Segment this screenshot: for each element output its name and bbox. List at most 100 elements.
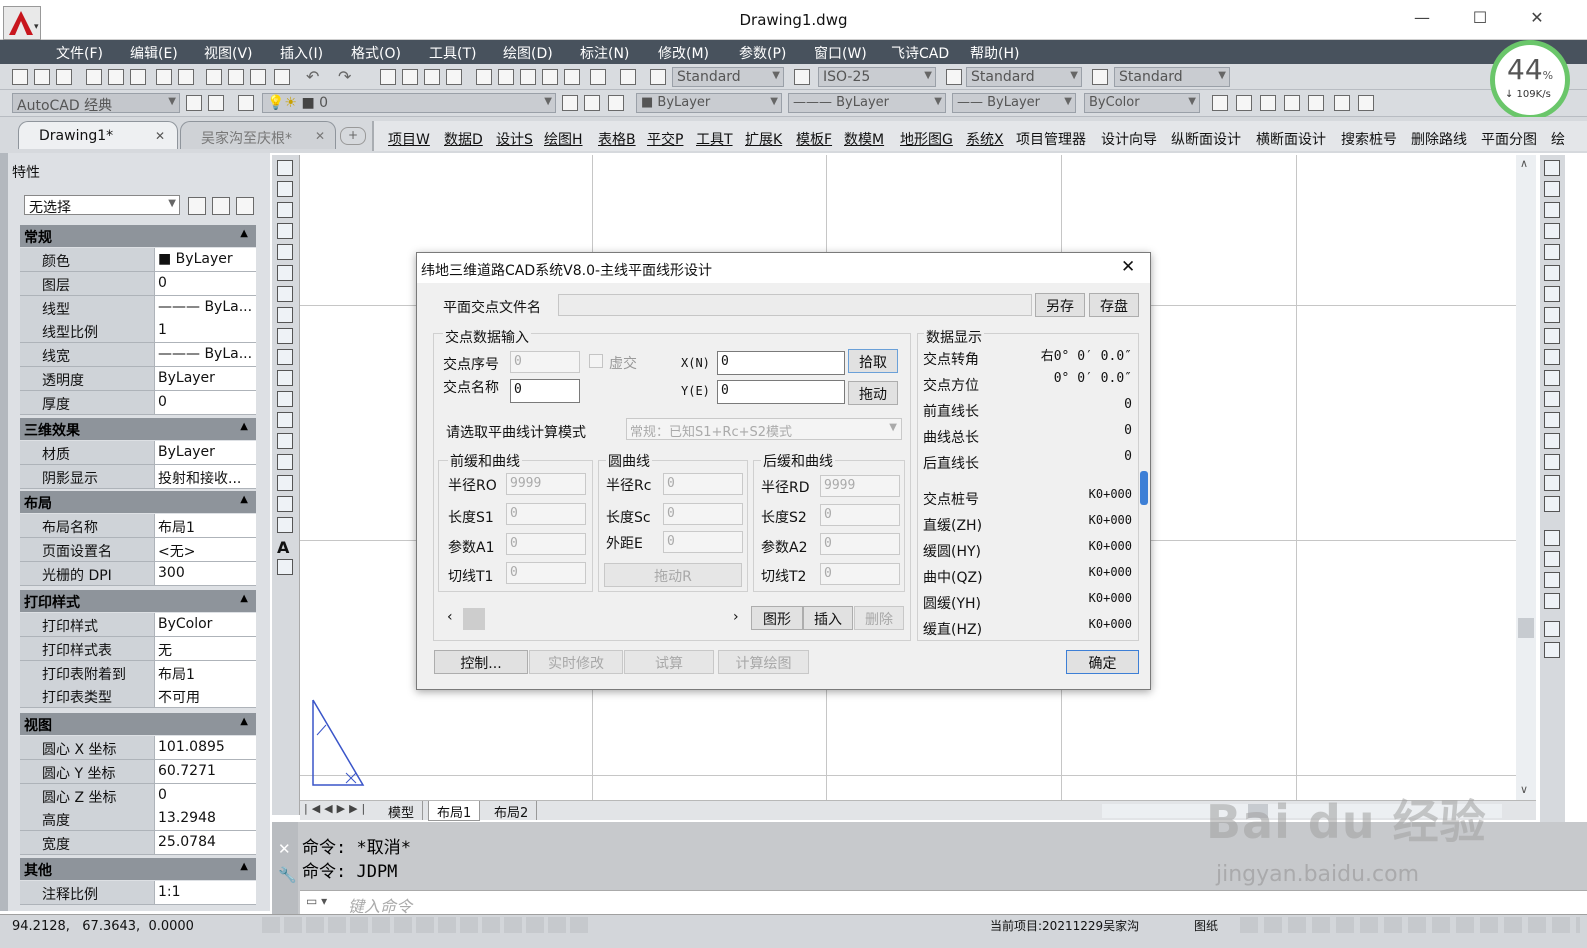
rectangle-icon[interactable] [277, 244, 293, 260]
tab-wujiagou[interactable]: 吴家沟至庆根* ✕ [180, 121, 336, 149]
mode-select[interactable]: 常规：已知S1+Rc+S2模式 ▼ [626, 418, 902, 440]
drag-button[interactable]: 拖动 [848, 381, 898, 405]
layer-previous-icon[interactable] [584, 95, 600, 111]
plugin-plan-split[interactable]: 平面分图 [1481, 129, 1537, 149]
markup-icon[interactable] [564, 69, 580, 85]
zoom-window-icon[interactable] [424, 69, 440, 85]
plugin-menu-extend[interactable]: 扩展K [745, 129, 782, 149]
array-icon[interactable] [1544, 244, 1560, 260]
properties-icon[interactable] [476, 69, 492, 85]
match-properties-icon[interactable] [250, 69, 266, 85]
plugin-search-station[interactable]: 搜索桩号 [1341, 129, 1397, 149]
property-row[interactable]: 透明度 ByLayer [20, 367, 256, 391]
pt-name-field[interactable]: 0 [510, 379, 580, 403]
property-section-header[interactable]: 布局 ▲ [20, 491, 256, 513]
new-icon[interactable] [12, 69, 28, 85]
minimize-button[interactable]: — [1407, 8, 1437, 30]
layer-select[interactable]: 💡☀ ■ 0 ▼ [262, 93, 556, 113]
customize-icon[interactable] [208, 95, 224, 111]
send-back-icon[interactable] [1544, 572, 1560, 588]
virtual-checkbox[interactable] [589, 354, 603, 368]
plugin-menu-data[interactable]: 数据D [444, 129, 483, 149]
fillet-icon[interactable] [1544, 454, 1560, 470]
plotstyle-select[interactable]: ByColor ▼ [1084, 93, 1200, 113]
menu-tools[interactable]: 工具(T) [429, 43, 476, 63]
property-row[interactable]: 打印样式 ByColor [20, 613, 256, 637]
gradient-icon[interactable] [277, 475, 293, 491]
plugin-menu-topo[interactable]: 地形图G [900, 129, 953, 149]
property-value[interactable]: 无 [154, 636, 256, 660]
menu-feishi-cad[interactable]: 飞诗CAD [891, 43, 949, 63]
offset-icon[interactable] [1544, 223, 1560, 239]
text-front-icon[interactable] [1544, 621, 1560, 637]
zoom-previous-icon[interactable] [446, 69, 462, 85]
property-value[interactable]: 不可用 [154, 684, 256, 708]
bring-front-icon[interactable] [1544, 551, 1560, 567]
property-value[interactable]: 25.0784 [154, 831, 256, 855]
trim-icon[interactable] [1544, 349, 1560, 365]
property-value[interactable]: <无> [154, 537, 256, 561]
workspace-settings-icon[interactable] [186, 95, 202, 111]
layout-nav-icons[interactable]: |◀◀▶▶| [304, 802, 369, 815]
erase-icon[interactable] [1544, 160, 1560, 176]
hatch-icon[interactable] [277, 454, 293, 470]
make-current-layer-icon[interactable] [562, 95, 578, 111]
view-tool-icon-5[interactable] [1308, 95, 1324, 111]
point-icon[interactable] [277, 433, 293, 449]
property-section-header[interactable]: 三维效果 ▲ [20, 418, 256, 440]
move-icon[interactable] [1544, 265, 1560, 281]
circle-icon[interactable] [277, 286, 293, 302]
view-tool-icon-4[interactable] [1284, 95, 1300, 111]
dim-style-select[interactable]: ISO-25 ▼ [818, 67, 936, 87]
property-section-header[interactable]: 打印样式 ▲ [20, 590, 256, 612]
collapse-icon[interactable]: ▲ [240, 421, 248, 432]
current-project[interactable]: 当前项目:20211229吴家沟 [990, 917, 1139, 934]
property-value[interactable]: 投射和接收... [154, 464, 256, 488]
collapse-icon[interactable]: ▲ [240, 861, 248, 872]
menu-file[interactable]: 文件(F) [56, 43, 103, 63]
save-button[interactable]: 存盘 [1089, 293, 1139, 317]
plugin-more[interactable]: 绘 [1551, 129, 1565, 149]
save-as-button[interactable]: 另存 [1035, 293, 1085, 317]
plugin-menu-design[interactable]: 设计S [496, 129, 533, 149]
menu-draw[interactable]: 绘图(D) [503, 43, 553, 63]
stretch-icon[interactable] [1544, 328, 1560, 344]
dialog-close-button[interactable]: ✕ [1121, 257, 1135, 277]
help-icon[interactable] [620, 69, 636, 85]
polyline-icon[interactable] [277, 202, 293, 218]
insert-block-icon[interactable] [277, 391, 293, 407]
close-command-icon[interactable]: ✕ [278, 840, 291, 858]
graph-button[interactable]: 图形 [751, 606, 803, 630]
plugin-menu-dtm[interactable]: 数模M [844, 129, 884, 149]
front-t-field[interactable]: 0 [506, 562, 586, 584]
control-button[interactable]: 控制... [434, 650, 528, 674]
property-value[interactable]: ——— ByLa... [154, 295, 256, 319]
scroll-thumb[interactable] [1518, 618, 1534, 638]
plugin-design-wizard[interactable]: 设计向导 [1101, 129, 1157, 149]
chamfer-icon[interactable] [1544, 433, 1560, 449]
plugin-menu-draw[interactable]: 绘图H [544, 129, 583, 149]
status-tray[interactable] [1240, 917, 1580, 933]
drafting-toggles[interactable] [262, 917, 592, 933]
add-selected-icon[interactable] [277, 559, 293, 575]
paste-icon[interactable] [206, 69, 222, 85]
table-icon[interactable] [277, 517, 293, 533]
linetype-select[interactable]: ——— ByLayer ▼ [788, 93, 946, 113]
view-tool-icon-3[interactable] [1260, 95, 1276, 111]
property-value[interactable]: ——— ByLa... [154, 343, 256, 367]
rotate-icon[interactable] [1544, 286, 1560, 302]
property-value[interactable]: ■ ByLayer [154, 248, 256, 271]
break-icon[interactable] [1544, 391, 1560, 407]
property-row[interactable]: 图层 0 [20, 271, 256, 296]
menu-format[interactable]: 格式(O) [351, 43, 401, 63]
sheet-set-icon[interactable] [542, 69, 558, 85]
workspace-select[interactable]: AutoCAD 经典 ▼ [12, 93, 180, 113]
delete-button[interactable]: 删除 [854, 606, 904, 630]
vertical-scrollbar[interactable]: ∧ ∨ [1516, 155, 1536, 800]
plugin-delete-route[interactable]: 删除路线 [1411, 129, 1467, 149]
plugin-menu-template[interactable]: 模板F [796, 129, 832, 149]
polygon-icon[interactable] [277, 223, 293, 239]
plugin-menu-tools[interactable]: 工具T [696, 129, 733, 149]
realtime-edit-button[interactable]: 实时修改 [529, 650, 623, 674]
network-speed-gauge[interactable]: 44% ↓ 109K/s [1490, 40, 1570, 120]
